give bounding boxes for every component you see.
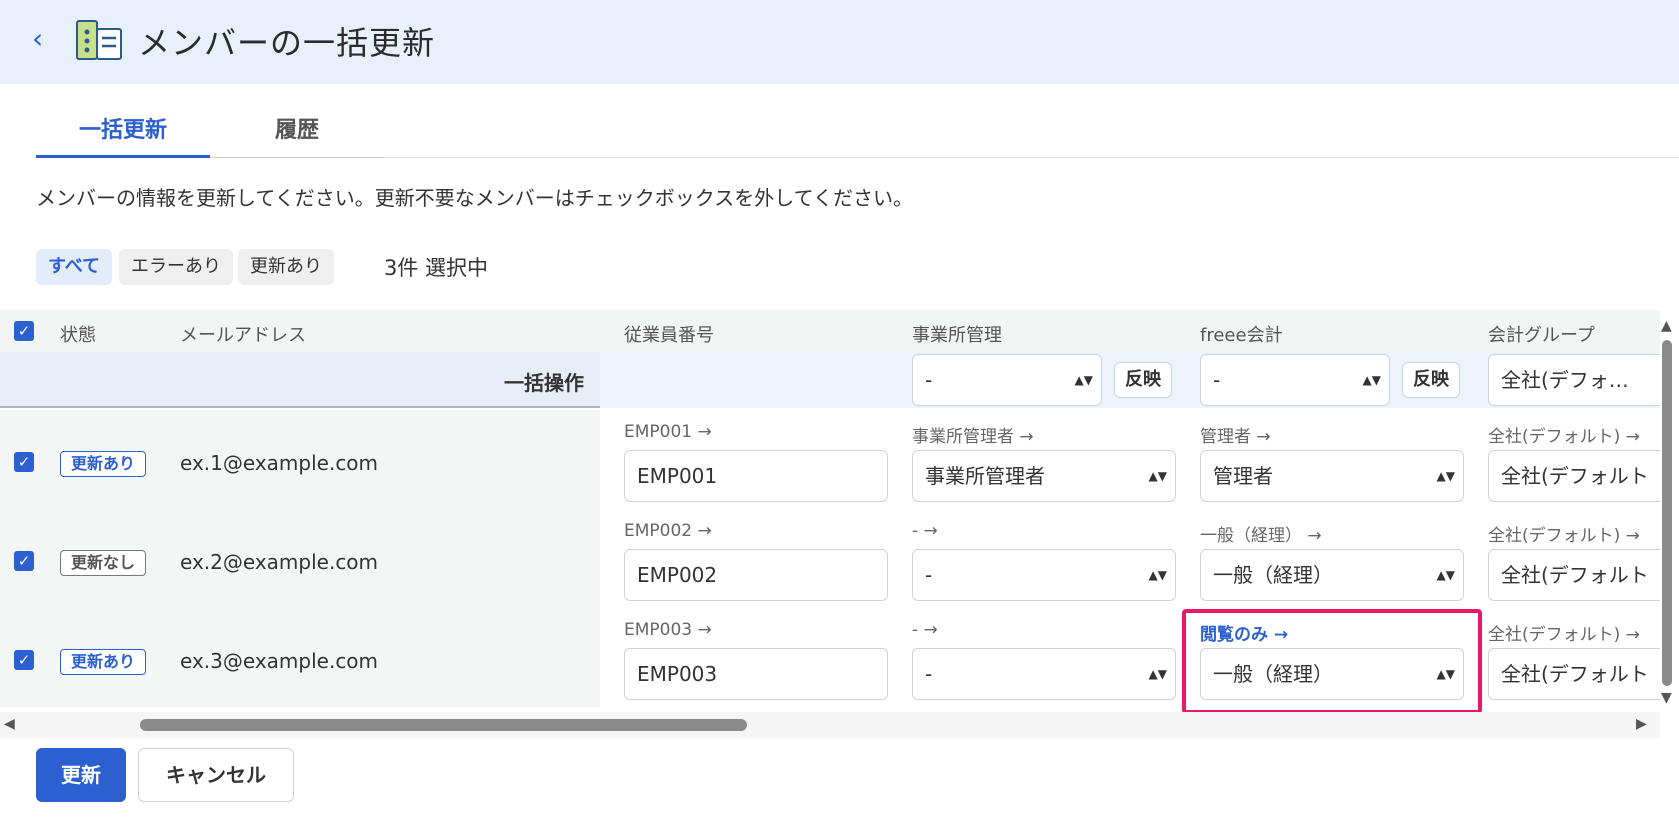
group-select[interactable]: 全社(デフォルト — [1488, 648, 1660, 700]
tab-history[interactable]: 履歴 — [210, 108, 384, 158]
member-email: ex.2@example.com — [180, 550, 379, 574]
employee-no-previous: EMP001 → — [624, 422, 712, 442]
page-title: メンバーの一括更新 — [138, 24, 436, 62]
freee-previous-changed: 閲覧のみ → — [1200, 625, 1289, 645]
header-freee: freee会計 — [1200, 325, 1283, 346]
bulk-freee-reflect-button[interactable]: 反映 — [1402, 362, 1460, 398]
bulk-operation-row: 一括操作 - ▲▼ 反映 - ▲▼ 反映 全社(デフォ… — [0, 352, 1660, 408]
header-group: 会計グループ — [1488, 325, 1595, 346]
members-table: ✓ 状態 メールアドレス 従業員番号 事業所管理 freee会計 会計グループ … — [0, 310, 1660, 710]
row-checkbox[interactable]: ✓ — [14, 452, 34, 472]
filter-all[interactable]: すべて — [36, 249, 113, 285]
group-select[interactable]: 全社(デフォルト — [1488, 450, 1660, 502]
scroll-left-icon[interactable]: ◀ — [4, 716, 15, 732]
tab-bulk-update[interactable]: 一括更新 — [36, 108, 210, 158]
freee-previous: 一般（経理） → — [1200, 526, 1322, 546]
vertical-scrollbar[interactable]: ▲ ▼ — [1658, 318, 1676, 708]
group-select[interactable]: 全社(デフォルト — [1488, 549, 1660, 601]
status-badge: 更新あり — [60, 649, 147, 675]
freee-previous: 管理者 → — [1200, 427, 1271, 447]
office-admin-select[interactable]: - ▲▼ — [912, 648, 1176, 700]
page-description: メンバーの情報を更新してください。更新不要なメンバーはチェックボックスを外してく… — [36, 186, 913, 210]
select-arrow-icon: ▲▼ — [1436, 667, 1455, 681]
filter-errors[interactable]: エラーあり — [119, 249, 233, 285]
scroll-up-icon[interactable]: ▲ — [1661, 318, 1672, 334]
select-arrow-icon: ▲▼ — [1148, 667, 1167, 681]
select-all-checkbox[interactable]: ✓ — [14, 321, 34, 341]
cancel-button[interactable]: キャンセル — [138, 748, 294, 802]
bulk-office-select[interactable]: - ▲▼ — [912, 354, 1102, 406]
group-previous: 全社(デフォルト) → — [1488, 427, 1640, 447]
table-row: ✓ 更新なし ex.2@example.com EMP002 → EMP002 … — [0, 509, 1660, 608]
selection-count: 3件 選択中 — [384, 256, 489, 280]
table-row: ✓ 更新あり ex.3@example.com EMP003 → EMP003 … — [0, 608, 1660, 707]
select-arrow-icon: ▲▼ — [1148, 568, 1167, 582]
row-checkbox[interactable]: ✓ — [14, 650, 34, 670]
select-arrow-icon: ▲▼ — [1436, 469, 1455, 483]
select-arrow-icon: ▲▼ — [1148, 469, 1167, 483]
select-arrow-icon: ▲▼ — [1362, 373, 1381, 387]
select-arrow-icon: ▲▼ — [1436, 568, 1455, 582]
tab-bar: 一括更新 履歴 — [36, 108, 1679, 158]
header-email: メールアドレス — [180, 325, 306, 346]
member-email: ex.3@example.com — [180, 649, 379, 673]
employee-no-previous: EMP003 → — [624, 620, 712, 640]
page-header: ‹ メンバーの一括更新 — [0, 0, 1679, 84]
office-admin-previous: - → — [912, 521, 938, 541]
bulk-group-select[interactable]: 全社(デフォ… — [1488, 354, 1660, 406]
office-admin-previous: - → — [912, 620, 938, 640]
group-previous: 全社(デフォルト) → — [1488, 625, 1640, 645]
employee-no-input[interactable]: EMP002 — [624, 549, 888, 601]
header-office-admin: 事業所管理 — [912, 325, 1002, 346]
header-employee-no: 従業員番号 — [624, 325, 714, 346]
bulk-freee-select[interactable]: - ▲▼ — [1200, 354, 1390, 406]
bulk-office-reflect-button[interactable]: 反映 — [1114, 362, 1172, 398]
horizontal-scroll-thumb[interactable] — [140, 719, 747, 731]
vertical-scroll-thumb[interactable] — [1662, 340, 1672, 686]
back-chevron-icon[interactable]: ‹ — [32, 24, 56, 54]
employee-no-input[interactable]: EMP001 — [624, 450, 888, 502]
scroll-down-icon[interactable]: ▼ — [1661, 690, 1672, 706]
freee-select[interactable]: 一般（経理） ▲▼ — [1200, 648, 1464, 700]
employee-no-previous: EMP002 → — [624, 521, 712, 541]
scroll-right-icon[interactable]: ▶ — [1636, 716, 1647, 732]
filter-updated[interactable]: 更新あり — [238, 249, 334, 285]
row-checkbox[interactable]: ✓ — [14, 551, 34, 571]
employee-no-input[interactable]: EMP003 — [624, 648, 888, 700]
office-admin-select[interactable]: 事業所管理者 ▲▼ — [912, 450, 1176, 502]
status-badge: 更新あり — [60, 451, 147, 477]
table-header-row: ✓ 状態 メールアドレス 従業員番号 事業所管理 freee会計 会計グループ — [0, 310, 1660, 352]
group-previous: 全社(デフォルト) → — [1488, 526, 1640, 546]
update-button[interactable]: 更新 — [36, 748, 126, 802]
header-status: 状態 — [60, 325, 96, 346]
office-admin-select[interactable]: - ▲▼ — [912, 549, 1176, 601]
table-row: ✓ 更新あり ex.1@example.com EMP001 → EMP001 … — [0, 410, 1660, 509]
freee-select[interactable]: 管理者 ▲▼ — [1200, 450, 1464, 502]
select-arrow-icon: ▲▼ — [1074, 373, 1093, 387]
freee-select[interactable]: 一般（経理） ▲▼ — [1200, 549, 1464, 601]
member-email: ex.1@example.com — [180, 451, 379, 475]
bulk-operation-label: 一括操作 — [504, 371, 584, 395]
office-admin-previous: 事業所管理者 → — [912, 427, 1034, 447]
horizontal-scrollbar[interactable]: ◀ ▶ — [0, 712, 1660, 738]
building-list-icon — [76, 20, 122, 60]
status-badge: 更新なし — [60, 550, 147, 576]
